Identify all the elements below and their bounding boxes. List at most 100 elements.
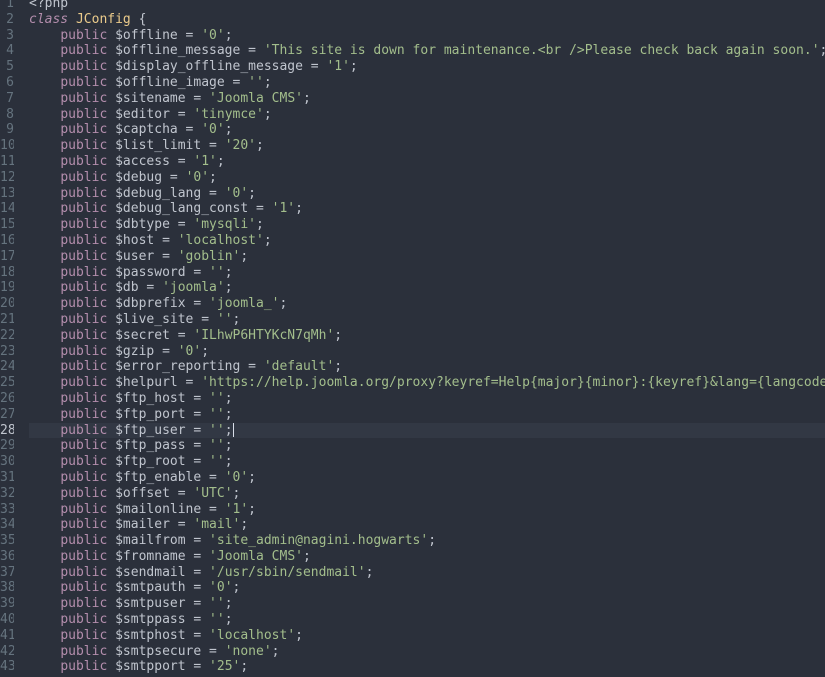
code-line[interactable]: public $debug_lang_const = '1'; xyxy=(29,201,825,217)
visibility-keyword: public xyxy=(60,375,108,391)
code-line[interactable]: public $smtpuser = ''; xyxy=(29,596,825,612)
code-line[interactable]: public $offline_image = ''; xyxy=(29,75,825,91)
visibility-keyword: public xyxy=(60,201,108,217)
property-value: '' xyxy=(209,596,225,612)
visibility-keyword: public xyxy=(60,90,108,106)
visibility-keyword: public xyxy=(60,138,108,154)
class-keyword: class xyxy=(29,11,69,27)
property-value: 'goblin' xyxy=(177,248,241,264)
code-line[interactable]: public $smtppass = ''; xyxy=(29,612,825,628)
property-value: '' xyxy=(209,422,225,438)
visibility-keyword: public xyxy=(60,422,108,438)
property-value: 'https://help.joomla.org/proxy?keyref=He… xyxy=(201,375,825,391)
code-line[interactable]: public $offset = 'UTC'; xyxy=(29,486,825,502)
property-value: '' xyxy=(209,438,225,454)
code-line[interactable]: public $ftp_pass = ''; xyxy=(29,438,825,454)
visibility-keyword: public xyxy=(60,612,108,628)
line-number: 30 xyxy=(0,454,14,470)
code-line[interactable]: public $fromname = 'Joomla CMS'; xyxy=(29,549,825,565)
line-number: 2 xyxy=(6,11,14,27)
property-value: '0' xyxy=(224,185,249,201)
line-number: 40 xyxy=(0,612,14,628)
line-number: 13 xyxy=(0,185,14,201)
code-line[interactable]: public $sitename = 'Joomla CMS'; xyxy=(29,91,825,107)
code-line[interactable]: public $smtpport = '25'; xyxy=(29,659,825,675)
property-value: 'This site is down for maintenance.<br /… xyxy=(263,43,820,59)
property-name: $offline_image xyxy=(115,74,225,90)
line-number: 15 xyxy=(0,217,14,233)
code-line[interactable]: public $ftp_user = ''; xyxy=(29,422,825,439)
code-line[interactable]: public $ftp_enable = '0'; xyxy=(29,470,825,486)
visibility-keyword: public xyxy=(60,232,108,248)
visibility-keyword: public xyxy=(60,580,108,596)
property-name: $display_offline_message xyxy=(115,59,303,75)
visibility-keyword: public xyxy=(60,343,108,359)
line-number: 42 xyxy=(0,643,14,659)
code-line[interactable]: class JConfig { xyxy=(29,12,825,28)
property-name: $debug xyxy=(115,169,163,185)
code-line[interactable]: public $smtphost = 'localhost'; xyxy=(29,628,825,644)
property-name: $debug_lang xyxy=(115,185,202,201)
code-line[interactable]: public $offline_message = 'This site is … xyxy=(29,43,825,59)
visibility-keyword: public xyxy=(60,248,108,264)
visibility-keyword: public xyxy=(60,106,108,122)
line-number: 10 xyxy=(0,138,14,154)
property-name: $debug_lang_const xyxy=(115,201,249,217)
property-name: $ftp_user xyxy=(115,422,186,438)
code-line[interactable]: public $debug = '0'; xyxy=(29,170,825,186)
code-line[interactable]: public $editor = 'tinymce'; xyxy=(29,107,825,123)
property-name: $mailonline xyxy=(115,501,202,517)
code-editor[interactable]: 1 2 3 4 5 6 7 8 9 10 11 12 13 14 15 16 17 18 19 20 21 22 23 24 2… xyxy=(0,0,825,677)
code-line[interactable]: public $access = '1'; xyxy=(29,154,825,170)
code-line[interactable]: public $dbtype = 'mysqli'; xyxy=(29,217,825,233)
code-line[interactable]: public $display_offline_message = '1'; xyxy=(29,59,825,75)
code-line[interactable]: <?php xyxy=(29,0,825,12)
code-line[interactable]: public $secret = 'ILhwP6HTYKcN7qMh'; xyxy=(29,328,825,344)
code-line[interactable]: public $ftp_root = ''; xyxy=(29,454,825,470)
property-value: '0' xyxy=(201,27,225,43)
property-name: $smtpsecure xyxy=(115,643,202,659)
visibility-keyword: public xyxy=(60,596,108,612)
property-name: $dbtype xyxy=(115,217,170,233)
property-name: $smtpuser xyxy=(115,596,186,612)
code-line[interactable]: public $db = 'joomla'; xyxy=(29,280,825,296)
code-line[interactable]: public $mailonline = '1'; xyxy=(29,502,825,518)
code-line[interactable]: public $captcha = '0'; xyxy=(29,122,825,138)
code-line[interactable]: public $dbprefix = 'joomla_'; xyxy=(29,296,825,312)
code-line[interactable]: public $offline = '0'; xyxy=(29,28,825,44)
code-line[interactable]: public $list_limit = '20'; xyxy=(29,138,825,154)
code-line[interactable]: public $live_site = ''; xyxy=(29,312,825,328)
visibility-keyword: public xyxy=(60,122,108,138)
property-name: $user xyxy=(115,248,155,264)
code-line[interactable]: public $sendmail = '/usr/sbin/sendmail'; xyxy=(29,565,825,581)
line-number: 16 xyxy=(0,232,14,248)
property-name: $dbprefix xyxy=(115,296,186,312)
code-line[interactable]: public $password = ''; xyxy=(29,265,825,281)
code-line[interactable]: public $ftp_port = ''; xyxy=(29,407,825,423)
code-line[interactable]: public $helpurl = 'https://help.joomla.o… xyxy=(29,375,825,391)
code-line[interactable]: public $mailfrom = 'site_admin@nagini.ho… xyxy=(29,533,825,549)
code-line[interactable]: public $gzip = '0'; xyxy=(29,344,825,360)
property-value: '1' xyxy=(326,59,350,75)
line-number: 43 xyxy=(0,659,14,675)
property-name: $offline_message xyxy=(115,43,241,59)
visibility-keyword: public xyxy=(60,327,108,343)
line-number: 4 xyxy=(6,43,14,59)
code-line[interactable]: public $smtpauth = '0'; xyxy=(29,580,825,596)
visibility-keyword: public xyxy=(60,469,108,485)
property-value: 'tinymce' xyxy=(193,106,264,122)
property-name: $mailfrom xyxy=(115,533,186,549)
property-value: 'default' xyxy=(263,359,335,375)
code-area[interactable]: <?php class JConfig { public $offline = '… xyxy=(29,0,825,675)
property-name: $access xyxy=(115,153,170,169)
code-line[interactable]: public $debug_lang = '0'; xyxy=(29,186,825,202)
code-line[interactable]: public $host = 'localhost'; xyxy=(29,233,825,249)
code-line[interactable]: public $ftp_host = ''; xyxy=(29,391,825,407)
code-line[interactable]: public $smtpsecure = 'none'; xyxy=(29,644,825,660)
code-line[interactable]: public $user = 'goblin'; xyxy=(29,249,825,265)
visibility-keyword: public xyxy=(60,564,108,580)
line-number: 11 xyxy=(0,153,14,169)
code-line[interactable]: public $error_reporting = 'default'; xyxy=(29,359,825,375)
code-line[interactable]: public $mailer = 'mail'; xyxy=(29,517,825,533)
property-value: '' xyxy=(209,454,225,470)
